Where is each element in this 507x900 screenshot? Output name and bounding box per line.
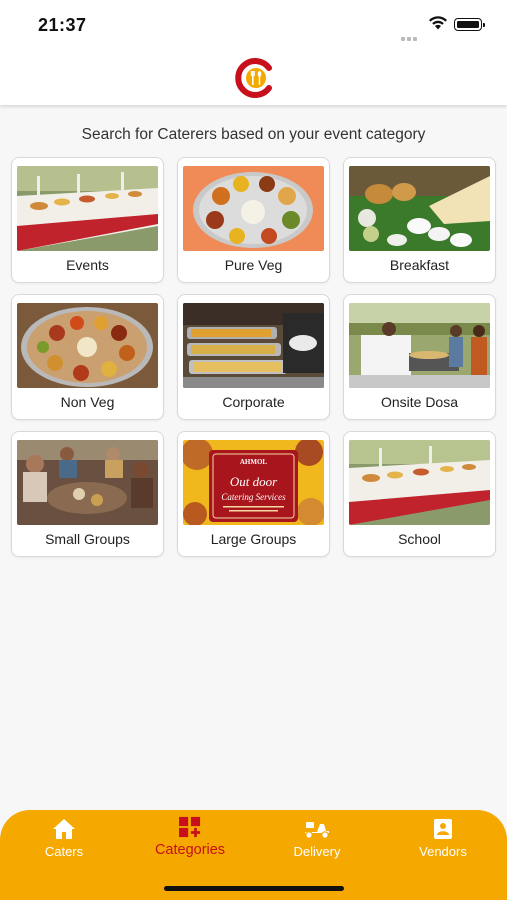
nav-label: Delivery: [293, 844, 341, 859]
signal-icon: [401, 28, 423, 59]
banner-title-2: Catering Services: [221, 492, 286, 502]
category-card-pure-veg[interactable]: Pure Veg: [177, 157, 330, 283]
category-label: Events: [66, 257, 109, 273]
events-image: [17, 166, 158, 251]
pure-veg-image: [183, 166, 324, 251]
status-time: 21:37: [38, 15, 87, 35]
large-groups-image: AHMOL Out door Catering Services: [183, 440, 324, 525]
category-label: Non Veg: [60, 394, 115, 410]
nav-label: Vendors: [419, 844, 467, 859]
corporate-image: [183, 303, 324, 388]
non-veg-image: [17, 303, 158, 388]
vendor-profile-icon: [434, 819, 452, 839]
onsite-dosa-image: [349, 303, 490, 388]
nav-label: Caters: [44, 844, 84, 859]
category-label: Corporate: [222, 394, 285, 410]
caterer-logo-icon[interactable]: [233, 58, 275, 98]
battery-icon: [454, 18, 485, 31]
nav-item-delivery[interactable]: Delivery: [267, 818, 367, 868]
category-label: Pure Veg: [224, 257, 283, 273]
nav-item-vendors[interactable]: Vendors: [393, 818, 493, 868]
category-card-corporate[interactable]: Corporate: [177, 294, 330, 420]
category-card-school[interactable]: School: [343, 431, 496, 557]
category-card-events[interactable]: Events: [11, 157, 164, 283]
school-image: [349, 440, 490, 525]
scooter-icon: [305, 822, 329, 839]
nav-item-categories[interactable]: Categories: [140, 816, 240, 866]
category-label: Small Groups: [45, 531, 130, 547]
category-card-non-veg[interactable]: Non Veg: [11, 294, 164, 420]
nav-item-caters[interactable]: Caters: [14, 818, 114, 868]
app-header: [0, 50, 507, 105]
nav-label: Categories: [154, 842, 226, 858]
category-card-breakfast[interactable]: Breakfast: [343, 157, 496, 283]
banner-title-1: Out door: [230, 474, 278, 489]
category-card-large-groups[interactable]: AHMOL Out door Catering Services Large G…: [177, 431, 330, 557]
category-label: Breakfast: [389, 257, 450, 273]
breakfast-image: [349, 166, 490, 251]
category-card-onsite-dosa[interactable]: Onsite Dosa: [343, 294, 496, 420]
home-indicator[interactable]: [164, 886, 344, 891]
status-bar: 21:37: [0, 0, 507, 59]
category-label: School: [398, 531, 441, 547]
small-groups-image: [17, 440, 158, 525]
home-icon: [53, 819, 75, 839]
category-label: Onsite Dosa: [380, 394, 459, 410]
category-label: Large Groups: [210, 531, 297, 547]
banner-brand: AHMOL: [240, 458, 268, 466]
page-subtitle: Search for Caterers based on your event …: [81, 126, 426, 143]
category-card-small-groups[interactable]: Small Groups: [11, 431, 164, 557]
wifi-icon: [429, 16, 447, 30]
grid-plus-icon: [179, 816, 201, 838]
